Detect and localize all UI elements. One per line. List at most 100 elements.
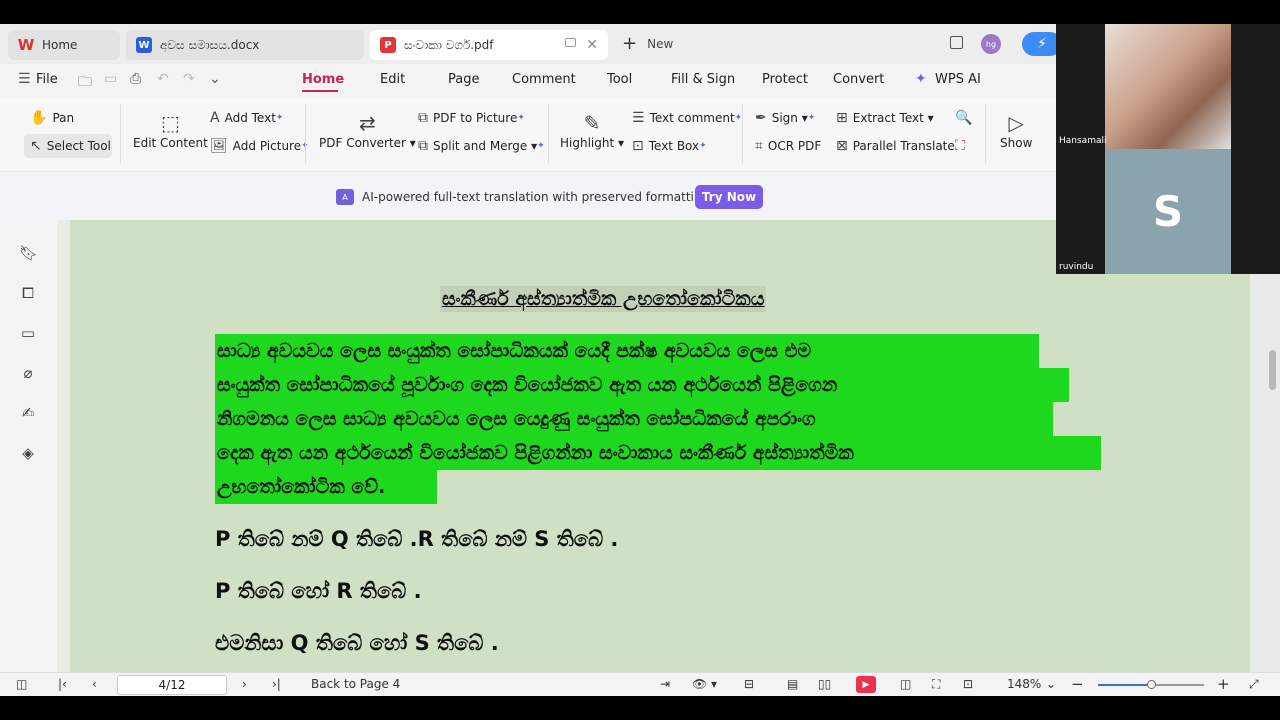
add-picture-button[interactable]: 🖼Add Picture✦ bbox=[210, 138, 309, 154]
sign-button[interactable]: ✒ Sign ▾ ✦ bbox=[755, 110, 815, 126]
two-page-icon[interactable]: ▯▯ bbox=[818, 677, 831, 691]
divider bbox=[548, 104, 549, 164]
vertical-scrollbar[interactable] bbox=[1265, 220, 1280, 672]
add-text-label: Add Text bbox=[224, 111, 276, 125]
menu-page[interactable]: Page bbox=[448, 72, 479, 87]
zoom-slider-knob[interactable] bbox=[1147, 680, 1156, 689]
ocr-pdf-label: OCR PDF bbox=[767, 139, 822, 153]
new-tab-button[interactable]: + New bbox=[622, 33, 673, 54]
comment-icon[interactable]: ▭ bbox=[19, 324, 37, 342]
edit-content-button[interactable]: ⬚ Edit Content bbox=[133, 110, 208, 150]
chevron-down-icon[interactable]: ⌄ bbox=[209, 71, 221, 87]
float-window-icon[interactable] bbox=[565, 38, 576, 47]
menu-edit[interactable]: Edit bbox=[380, 72, 405, 87]
close-tab-icon[interactable]: ✕ bbox=[586, 37, 598, 53]
tab-label: අවස සමාසය.docx bbox=[160, 37, 260, 52]
ribbon-toolbar: ✋ Pan ↖ Select Tool ⬚ Edit Content A Add Tex… bbox=[0, 98, 1056, 172]
zoom-in-icon[interactable]: + bbox=[1217, 675, 1230, 693]
open-folder-icon[interactable]: 🗀 bbox=[78, 71, 92, 95]
extract-text-button[interactable]: ⊞ Extract Text ▾ bbox=[836, 110, 934, 126]
back-to-page-link[interactable]: Back to Page 4 bbox=[311, 677, 400, 691]
menu-tool[interactable]: Tool bbox=[607, 72, 632, 87]
attachment-icon[interactable]: ⌀ bbox=[19, 364, 37, 382]
page-number-input[interactable]: 4/12 bbox=[117, 675, 227, 695]
participant-video bbox=[1105, 24, 1231, 149]
pdf-converter-label: PDF Converter bbox=[319, 136, 406, 150]
highlighted-line: දෙක ඇත යන අර්ථයෙන් වියෝජකව පිළිගන්නා සංව… bbox=[215, 436, 1101, 470]
menu-wps-ai[interactable]: WPS AI bbox=[935, 72, 981, 87]
select-tool-label: Select Tool bbox=[46, 139, 111, 153]
file-menu[interactable]: File bbox=[36, 72, 58, 87]
split-merge-label: Split and Merge bbox=[433, 139, 528, 153]
fit-page-icon[interactable]: ⊡ bbox=[963, 677, 973, 691]
try-now-button[interactable]: Try Now bbox=[695, 185, 763, 209]
screen-capture-button[interactable]: ⛶ bbox=[955, 138, 970, 154]
first-page-icon[interactable]: |‹ bbox=[58, 677, 67, 691]
sidebar-toggle-icon[interactable]: ◫ bbox=[16, 677, 27, 691]
zoom-level[interactable]: 148% bbox=[1007, 677, 1041, 691]
tab-docx[interactable]: W අවස සමාසය.docx bbox=[126, 30, 364, 60]
menu-fill-sign[interactable]: Fill & Sign bbox=[671, 72, 735, 87]
menu-home[interactable]: Home bbox=[302, 72, 344, 87]
pan-button[interactable]: ✋ Pan bbox=[30, 110, 74, 126]
record-icon[interactable]: ▶ bbox=[856, 676, 876, 693]
zoom-dropdown-icon[interactable]: ⌄ bbox=[1046, 677, 1056, 691]
continuous-icon[interactable]: ▤ bbox=[787, 677, 798, 691]
add-picture-label: Add Picture bbox=[232, 139, 302, 153]
thumbnail-icon[interactable]: ⧠ bbox=[19, 284, 37, 302]
read-mode-icon[interactable]: ◫ bbox=[900, 677, 911, 691]
document-title: සංකීර්ණ අස්ත්‍යාත්මික උභතෝකෝටිකය bbox=[440, 286, 767, 312]
avatar[interactable]: hg bbox=[981, 34, 1001, 54]
text-box-button[interactable]: ⊡ Text Box ✦ bbox=[632, 138, 707, 154]
parallel-translate-label: Parallel Translate bbox=[852, 139, 955, 153]
menu-comment[interactable]: Comment bbox=[512, 72, 576, 87]
scrollbar-thumb[interactable] bbox=[1269, 350, 1276, 390]
search-button[interactable]: 🔍 bbox=[955, 110, 977, 126]
fit-icon[interactable]: ⇥ bbox=[660, 677, 670, 691]
pdf-to-picture-icon: ⧉ bbox=[418, 110, 428, 126]
highlighted-line: උභතෝකෝටික වේ. bbox=[215, 470, 437, 504]
text-comment-button[interactable]: ☰ Text comment ✦ bbox=[632, 110, 742, 126]
split-merge-button[interactable]: ⧉ Split and Merge ▾ ✦ bbox=[418, 138, 545, 154]
split-merge-icon: ⧉ bbox=[418, 138, 428, 154]
save-icon[interactable]: ▭ bbox=[104, 71, 117, 87]
highlight-label: Highlight bbox=[560, 136, 615, 150]
zoom-slider-fill bbox=[1098, 684, 1151, 686]
single-page-icon[interactable]: ⊟ bbox=[744, 677, 754, 691]
translate-icon: ⊠ bbox=[836, 138, 848, 154]
prev-page-icon[interactable]: ‹ bbox=[92, 677, 97, 691]
next-page-icon[interactable]: › bbox=[242, 677, 247, 691]
text-comment-label: Text comment bbox=[649, 111, 735, 125]
eye-icon[interactable]: 👁︎ ▾ bbox=[692, 677, 717, 691]
tab-home[interactable]: W Home bbox=[8, 30, 120, 60]
show-button[interactable]: ▷ Show bbox=[1000, 110, 1032, 150]
search-icon: 🔍 bbox=[955, 110, 973, 126]
bookmark-icon[interactable]: 🔖︎ bbox=[19, 244, 38, 262]
tab-pdf[interactable]: P සංවාකා වර්ග.pdf ✕ bbox=[370, 30, 608, 60]
hamburger-icon[interactable]: ☰ bbox=[18, 71, 31, 87]
highlight-button[interactable]: ✎ Highlight ▾ bbox=[560, 110, 624, 150]
fullscreen-icon[interactable]: ⛶ bbox=[932, 677, 940, 692]
logic-line-3: එමනිසා Q තිබේ හෝ S තිබේ . bbox=[215, 631, 499, 655]
print-icon[interactable]: ⎙ bbox=[130, 71, 141, 87]
last-page-icon[interactable]: ›| bbox=[272, 677, 281, 691]
text-box-icon: ⊡ bbox=[632, 138, 644, 154]
layers-icon[interactable]: ◈ bbox=[19, 444, 37, 462]
window-restore-icon[interactable] bbox=[950, 36, 963, 49]
extract-text-icon: ⊞ bbox=[836, 110, 848, 126]
ocr-pdf-button[interactable]: ⌗ OCR PDF bbox=[755, 138, 821, 154]
select-tool-button[interactable]: ↖ Select Tool bbox=[30, 138, 111, 154]
zoom-out-icon[interactable]: − bbox=[1071, 675, 1084, 693]
expand-icon[interactable]: ⤢ bbox=[1249, 677, 1259, 692]
menu-protect[interactable]: Protect bbox=[762, 72, 808, 87]
wps-ai-icon: ✦ bbox=[915, 71, 927, 87]
parallel-translate-button[interactable]: ⊠ Parallel Translate bbox=[836, 138, 955, 154]
pdf-converter-button[interactable]: ⇄ PDF Converter ▾ bbox=[319, 110, 416, 150]
add-text-button[interactable]: A Add Text ✦ bbox=[210, 110, 283, 126]
logic-line-2: P තිබේ හෝ R තිබේ . bbox=[215, 579, 422, 603]
redo-icon[interactable]: ↷ bbox=[183, 71, 195, 87]
menu-convert[interactable]: Convert bbox=[833, 72, 884, 87]
undo-icon[interactable]: ↶ bbox=[157, 71, 169, 87]
pdf-to-picture-button[interactable]: ⧉ PDF to Picture ✦ bbox=[418, 110, 525, 126]
signature-icon[interactable]: ✍ bbox=[19, 404, 37, 422]
